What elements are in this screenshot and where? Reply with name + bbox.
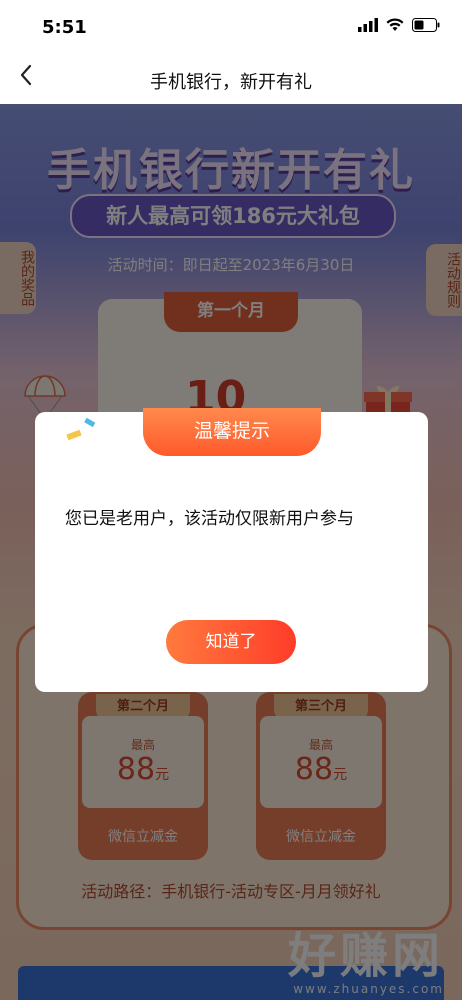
cellular-signal-icon xyxy=(358,18,378,32)
status-time: 5:51 xyxy=(42,17,87,38)
confetti-decoration-icon xyxy=(66,417,96,441)
notice-dialog: 温馨提示 您已是老用户，该活动仅限新用户参与 知道了 xyxy=(35,408,428,692)
dialog-message: 您已是老用户，该活动仅限新用户参与 xyxy=(65,509,354,529)
nav-bar: 手机银行，新开有礼 xyxy=(0,54,462,104)
dialog-title: 温馨提示 xyxy=(143,408,321,456)
battery-icon xyxy=(412,18,440,32)
wifi-icon xyxy=(386,18,404,31)
status-icons xyxy=(358,18,440,32)
got-it-button[interactable]: 知道了 xyxy=(166,620,296,664)
page-title: 手机银行，新开有礼 xyxy=(150,72,312,93)
status-bar: 5:51 xyxy=(0,0,462,54)
